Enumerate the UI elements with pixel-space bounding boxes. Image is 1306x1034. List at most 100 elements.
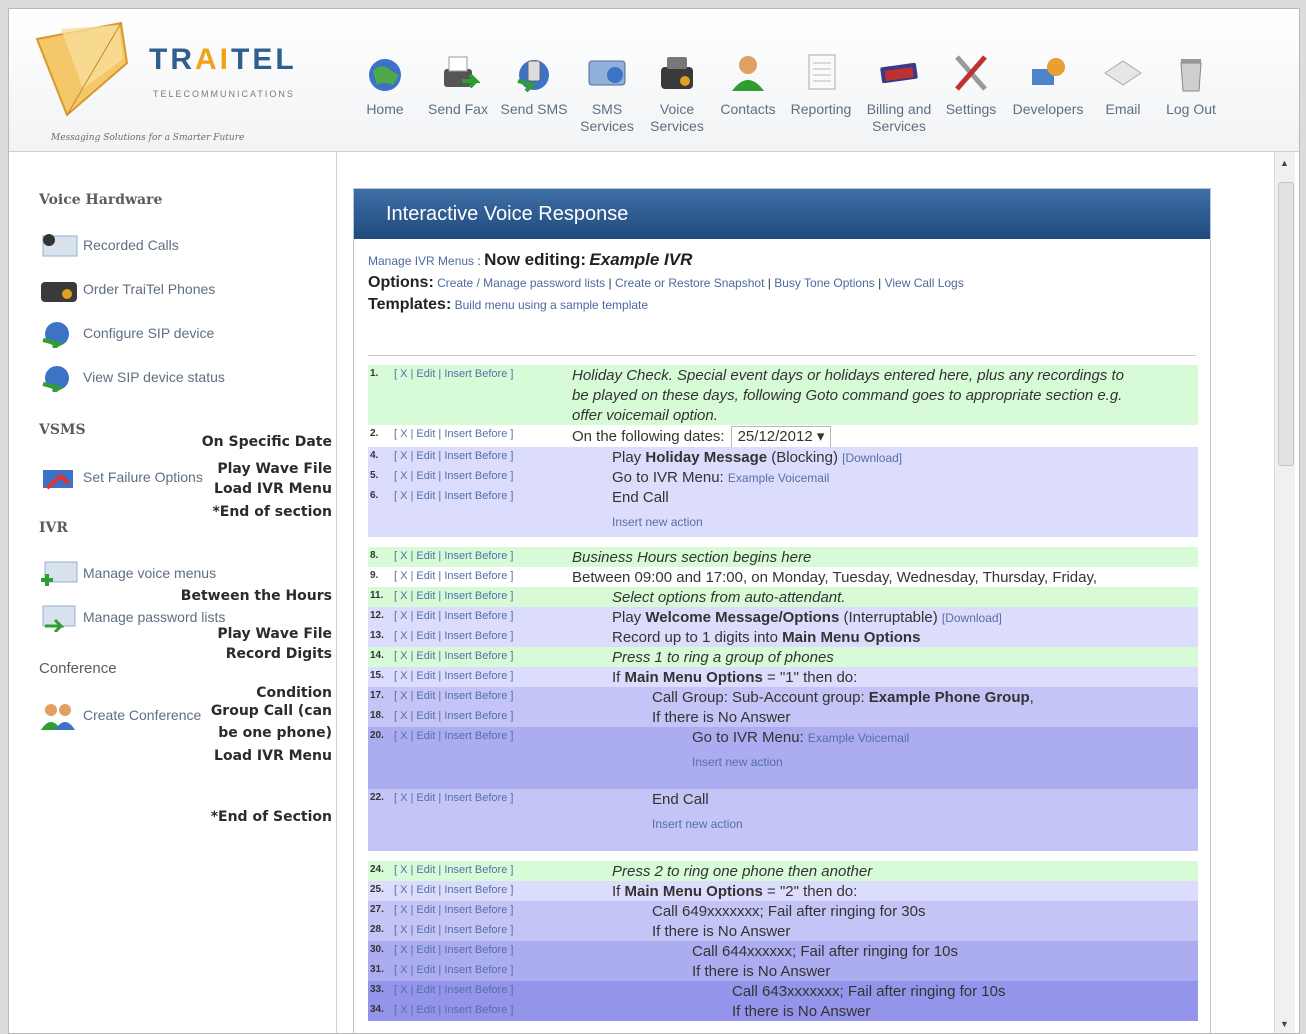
row-text: If there is No Answer: [692, 963, 831, 980]
row-actions[interactable]: [ X | Edit | Insert Before ]: [394, 884, 513, 896]
email-icon: [1104, 60, 1142, 86]
row-actions[interactable]: [ X | Edit | Insert Before ]: [394, 650, 513, 662]
nav-developers-label: Developers: [1012, 101, 1084, 117]
row-actions[interactable]: [ X | Edit | Insert Before ]: [394, 570, 513, 582]
option-snapshot-link[interactable]: Create or Restore Snapshot: [615, 276, 764, 290]
row-actions[interactable]: [ X | Edit | Insert Before ]: [394, 630, 513, 642]
insert-new-action-link[interactable]: Insert new action: [612, 512, 703, 532]
row-number: 2.: [370, 428, 379, 439]
row-text: Between 09:00 and 17:00, on Monday, Tues…: [572, 569, 1098, 586]
row-link[interactable]: [Download]: [942, 611, 1002, 625]
row-actions[interactable]: [ X | Edit | Insert Before ]: [394, 470, 513, 482]
nav-send-sms[interactable]: Send SMS: [499, 51, 569, 118]
sidebar-item-view-sip-status[interactable]: View SIP device status: [39, 362, 225, 392]
nav-log-out[interactable]: Log Out: [1161, 51, 1221, 118]
row-text: If Main Menu Options = "2" then do:: [612, 883, 858, 900]
sidebar-item-label: Manage password lists: [83, 609, 226, 625]
annotation-record-digits: Record Digits: [225, 646, 332, 662]
nav-contacts[interactable]: Contacts: [715, 51, 781, 118]
nav-developers[interactable]: Developers: [1007, 51, 1089, 118]
row-text: If Main Menu Options = "1" then do:: [612, 669, 858, 686]
row-link[interactable]: Example Voicemail: [808, 731, 909, 745]
row-actions[interactable]: [ X | Edit | Insert Before ]: [394, 964, 513, 976]
ivr-row: 20. [ X | Edit | Insert Before ] Go to IVR…: [368, 727, 1198, 789]
nav-settings[interactable]: Settings: [939, 51, 1003, 118]
row-text: If there is No Answer: [652, 923, 791, 940]
row-actions[interactable]: [ X | Edit | Insert Before ]: [394, 904, 513, 916]
row-actions[interactable]: [ X | Edit | Insert Before ]: [394, 690, 513, 702]
row-actions[interactable]: [ X | Edit | Insert Before ]: [394, 730, 513, 742]
row-text: Press 1 to ring a group of phones: [612, 649, 834, 666]
option-password-lists-link[interactable]: Create / Manage password lists: [437, 276, 605, 290]
nav-email-label: Email: [1105, 101, 1141, 117]
option-busy-tone-link[interactable]: Busy Tone Options: [774, 276, 875, 290]
nav-sms-services[interactable]: SMS Services: [577, 51, 637, 135]
insert-new-action-link[interactable]: Insert new action: [652, 814, 743, 834]
row-actions[interactable]: [ X | Edit | Insert Before ]: [394, 428, 513, 440]
row-actions[interactable]: [ X | Edit | Insert Before ]: [394, 864, 513, 876]
globe-icon: [369, 59, 401, 91]
row-actions[interactable]: [ X | Edit | Insert Before ]: [394, 590, 513, 602]
row-number: 8.: [370, 550, 379, 561]
row-actions[interactable]: [ X | Edit | Insert Before ]: [394, 368, 513, 380]
traitel-logo[interactable]: TRAITEL TELECOMMUNICATIONS Messaging Sol…: [31, 19, 331, 143]
nav-voice-services[interactable]: Voice Services: [647, 51, 707, 135]
row-actions[interactable]: [ X | Edit | Insert Before ]: [394, 670, 513, 682]
sidebar-item-configure-sip[interactable]: Configure SIP device: [39, 318, 214, 348]
row-text: Press 2 to ring one phone then another: [612, 863, 873, 880]
ivr-row: 14. [ X | Edit | Insert Before ] Press 1 t…: [368, 647, 1198, 667]
sidebar-item-order-phones[interactable]: Order TraiTel Phones: [39, 274, 215, 304]
nav-billing[interactable]: Billing and Services: [861, 51, 937, 135]
row-link[interactable]: [Download]: [842, 451, 902, 465]
row-actions[interactable]: [ X | Edit | Insert Before ]: [394, 710, 513, 722]
row-actions[interactable]: [ X | Edit | Insert Before ]: [394, 610, 513, 622]
nav-home[interactable]: Home: [357, 51, 413, 118]
ivr-row: 5. [ X | Edit | Insert Before ] Go to IVR …: [368, 467, 1198, 487]
now-editing-name: Example IVR: [589, 250, 693, 269]
row-actions[interactable]: [ X | Edit | Insert Before ]: [394, 924, 513, 936]
main-content: Interactive Voice Response Manage IVR Me…: [337, 152, 1269, 1033]
row-text: Call Group: Sub-Account group: Example P…: [652, 689, 1034, 706]
page-scrollbar[interactable]: ▲ ▼: [1274, 152, 1295, 1033]
sidebar-item-failure-options[interactable]: Set Failure Options: [39, 462, 203, 492]
date-select[interactable]: 25/12/2012 ▾: [730, 426, 832, 448]
row-actions[interactable]: [ X | Edit | Insert Before ]: [394, 792, 513, 804]
scroll-thumb[interactable]: [1278, 182, 1294, 466]
templates-link[interactable]: Build menu using a sample template: [455, 298, 648, 312]
nav-reporting[interactable]: Reporting: [785, 51, 857, 118]
ivr-panel: Interactive Voice Response Manage IVR Me…: [353, 188, 1211, 1033]
sidebar-item-create-conference[interactable]: Create Conference: [39, 700, 201, 730]
annotation-condition: Condition: [256, 685, 332, 701]
ivr-row: 34. [ X | Edit | Insert Before ] If there …: [368, 1001, 1198, 1021]
sidebar-item-manage-voice-menus[interactable]: Manage voice menus: [39, 558, 216, 588]
row-actions[interactable]: [ X | Edit | Insert Before ]: [394, 1004, 513, 1016]
sms-icon: [517, 60, 549, 93]
nav-home-label: Home: [366, 101, 404, 117]
row-actions[interactable]: [ X | Edit | Insert Before ]: [394, 944, 513, 956]
option-call-logs-link[interactable]: View Call Logs: [885, 276, 964, 290]
sidebar-item-label: Order TraiTel Phones: [83, 281, 216, 297]
brand-subtitle: TELECOMMUNICATIONS: [153, 89, 295, 99]
row-number: 11.: [370, 590, 384, 601]
brand-name: TRAITEL: [149, 43, 297, 76]
ivr-row: 1. [ X | Edit | Insert Before ] Holiday Ch…: [368, 365, 1198, 425]
insert-new-action-link[interactable]: Insert new action: [692, 752, 909, 772]
nav-send-fax-label: Send Fax: [428, 101, 488, 117]
row-actions[interactable]: [ X | Edit | Insert Before ]: [394, 450, 513, 462]
manage-ivr-menus-link[interactable]: Manage IVR Menus: [368, 254, 474, 268]
row-actions[interactable]: [ X | Edit | Insert Before ]: [394, 490, 513, 502]
nav-send-fax[interactable]: Send Fax: [423, 51, 493, 118]
sidebar-item-manage-password-lists[interactable]: Manage password lists: [39, 602, 225, 632]
sidebar-item-recorded-calls[interactable]: Recorded Calls: [39, 230, 179, 260]
ivr-row: 28. [ X | Edit | Insert Before ] If there …: [368, 921, 1198, 941]
row-text: Holiday Check. Special event days or hol…: [572, 367, 1124, 424]
row-actions[interactable]: [ X | Edit | Insert Before ]: [394, 984, 513, 996]
row-number: 15.: [370, 670, 384, 681]
row-link[interactable]: Example Voicemail: [728, 471, 829, 485]
scroll-down-icon[interactable]: ▼: [1280, 1019, 1289, 1029]
reporting-icon: [808, 54, 836, 90]
brand-tagline: Messaging Solutions for a Smarter Future: [51, 133, 245, 143]
nav-email[interactable]: Email: [1101, 51, 1145, 118]
scroll-up-icon[interactable]: ▲: [1280, 158, 1289, 168]
row-actions[interactable]: [ X | Edit | Insert Before ]: [394, 550, 513, 562]
